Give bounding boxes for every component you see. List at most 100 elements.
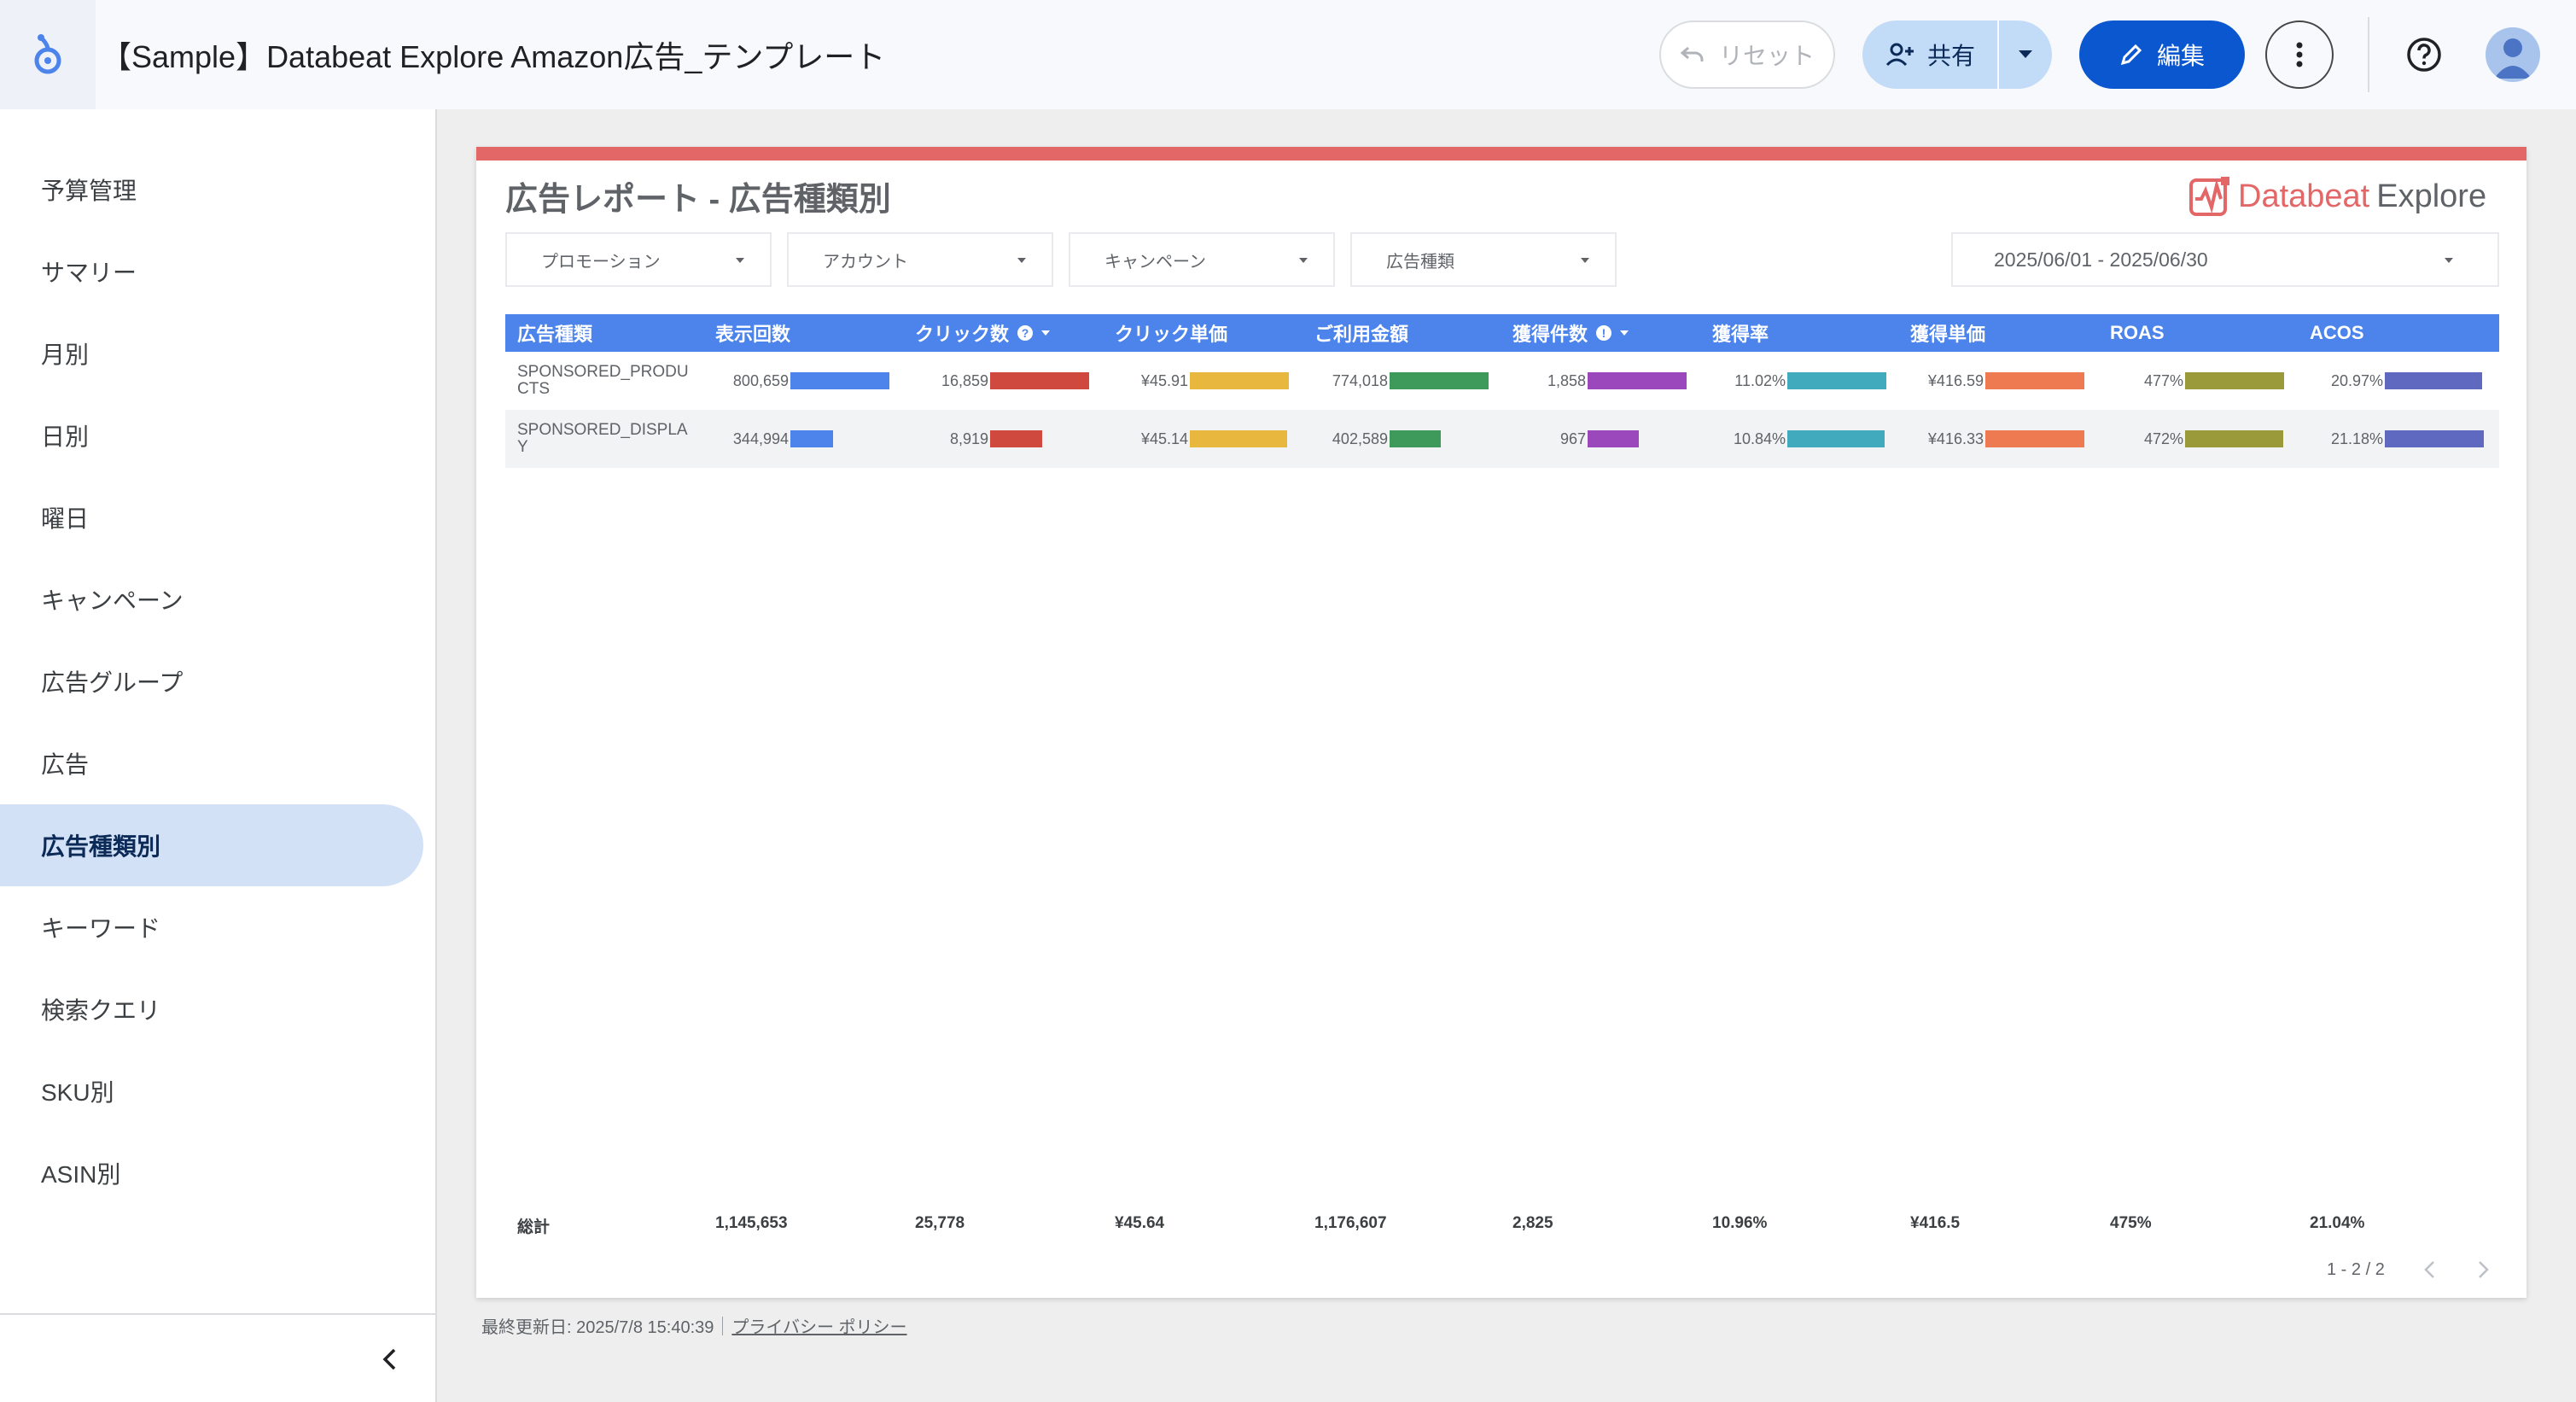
column-header-label: ご利用金額 [1314,319,1408,347]
databeat-explore-logo: Databeat Explore [2188,172,2486,220]
nav-label: 日別 [41,418,89,453]
nav-item-sku[interactable]: SKU別 [0,1050,423,1132]
metric-cell: 11.02% [1700,352,1898,410]
metric-value: 800,659 [703,372,789,389]
total-cell: 1,145,653 [703,1214,788,1233]
nav-item-daily[interactable]: 日別 [0,394,423,476]
metric-cell: 344,994 [703,410,901,468]
nav-item-ad-type[interactable]: 広告種類別 [0,804,423,886]
pagination-label: 1 - 2 / 2 [2327,1260,2385,1280]
metric-bar [990,372,1089,389]
prev-page-button[interactable] [2419,1259,2439,1280]
nav-item-asin[interactable]: ASIN別 [0,1132,423,1214]
metric-bar [1985,430,2084,447]
nav-item-campaign[interactable]: キャンペーン [0,558,423,640]
column-header[interactable]: 獲得率 [1700,314,1769,352]
share-button-group: 共有 [1862,20,2052,89]
total-cell: 475% [2098,1214,2152,1233]
metric-value: 21.18% [2298,430,2383,447]
column-header[interactable]: ROAS [2098,314,2165,352]
nav-item-ad[interactable]: 広告 [0,722,423,804]
nav-item-budget[interactable]: 予算管理 [0,149,423,231]
info-icon[interactable]: ? [1017,325,1033,341]
metric-bar [1985,372,2084,389]
more-vert-icon [2296,42,2303,67]
share-button[interactable]: 共有 [1862,20,1997,89]
metric-value: ¥45.91 [1103,372,1188,389]
date-range-control[interactable]: 2025/06/01 - 2025/06/30 [1951,232,2499,287]
chevron-left-icon [382,1347,397,1371]
metric-bar [1390,430,1441,447]
table-row[interactable]: SPONSORED_PRODUCTS 800,65916,859¥45.9177… [505,352,2499,410]
nav-label: 予算管理 [41,172,137,207]
metric-bar [1190,430,1287,447]
metric-bar [2185,430,2283,447]
metric-bar [1390,372,1489,389]
column-header[interactable]: ACOS [2298,314,2364,352]
column-header-label: 獲得率 [1712,319,1769,347]
more-options-button[interactable] [2265,20,2334,89]
caret-down-icon [1017,258,1026,263]
total-cell: 25,778 [903,1214,965,1233]
filter-campaign[interactable]: キャンペーン [1069,232,1335,287]
column-header-label: 獲得件数 [1512,319,1588,347]
metric-bar [1588,430,1639,447]
totals-label: 総計 [505,1214,550,1237]
help-button[interactable] [2400,31,2448,79]
app-logo[interactable] [0,0,96,109]
nav-item-weekday[interactable]: 曜日 [0,476,423,558]
edit-label: 編集 [2157,38,2205,72]
metric-cell: 472% [2098,410,2296,468]
filter-ad-type[interactable]: 広告種類 [1350,232,1617,287]
next-page-button[interactable] [2474,1259,2494,1280]
metric-cell: ¥416.33 [1898,410,2096,468]
nav-item-keyword[interactable]: キーワード [0,886,423,968]
sort-descending-icon [1620,330,1629,336]
column-header[interactable]: 広告種類 [505,314,592,352]
total-cell: 2,825 [1501,1214,1553,1233]
info-icon[interactable]: ! [1596,325,1611,341]
sidebar-divider [0,1313,435,1315]
metric-value: ¥416.33 [1898,430,1984,447]
filter-promotion[interactable]: プロモーション [505,232,772,287]
table-pagination: 1 - 2 / 2 [2327,1257,2494,1282]
metric-value: 402,589 [1303,430,1388,447]
column-header[interactable]: 獲得件数 ! [1501,314,1629,352]
nav-item-monthly[interactable]: 月別 [0,313,423,394]
last-updated-text: 最終更新日: 2025/7/8 15:40:39 [481,1313,714,1338]
report-title: 広告レポート - 広告種類別 [505,172,891,219]
metric-value: 16,859 [903,372,988,389]
edit-button[interactable]: 編集 [2079,20,2245,89]
column-header[interactable]: 表示回数 [703,314,790,352]
reset-button[interactable]: リセット [1659,20,1835,89]
nav-label: ASIN別 [41,1156,120,1190]
account-avatar[interactable] [2486,27,2540,82]
column-header[interactable]: 獲得単価 [1898,314,1985,352]
brand-name-a: Databeat [2238,178,2369,215]
metric-value: 472% [2098,430,2183,447]
nav-label: サマリー [41,254,137,289]
metric-cell: 21.18% [2298,410,2496,468]
metric-value: 344,994 [703,430,789,447]
metric-bar [1787,430,1885,447]
caret-down-icon [2445,258,2453,263]
metric-cell: ¥416.59 [1898,352,2096,410]
table-row[interactable]: SPONSORED_DISPLAY 344,9948,919¥45.14402,… [505,410,2499,468]
share-label: 共有 [1927,38,1975,72]
caret-down-icon [1299,258,1308,263]
brand-name-b: Explore [2376,178,2486,215]
total-cell: ¥45.64 [1103,1214,1164,1233]
nav-label: 広告種類別 [41,828,160,862]
nav-item-adgroup[interactable]: 広告グループ [0,640,423,722]
chevron-right-icon [2478,1260,2490,1279]
privacy-policy-link[interactable]: プライバシー ポリシー [731,1313,906,1338]
column-header[interactable]: ご利用金額 [1303,314,1408,352]
nav-label: 広告グループ [41,664,183,698]
column-header[interactable]: クリック数 ? [903,314,1050,352]
filter-account[interactable]: アカウント [787,232,1053,287]
column-header[interactable]: クリック単価 [1103,314,1227,352]
nav-item-search-query[interactable]: 検索クエリ [0,968,423,1050]
report-name[interactable]: 【Sample】Databeat Explore Amazon広告_テンプレート [101,32,885,77]
nav-item-summary[interactable]: サマリー [0,231,423,313]
collapse-sidebar-button[interactable] [369,1339,410,1380]
